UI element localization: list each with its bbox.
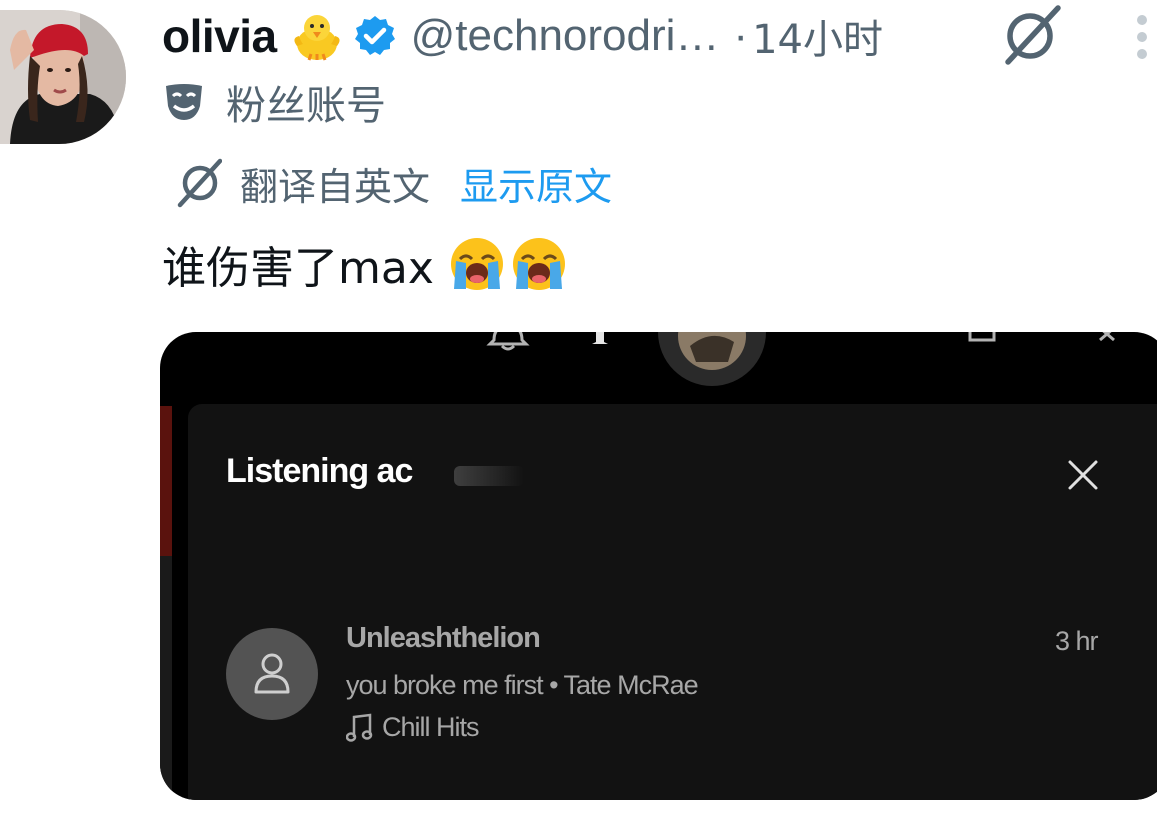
author-name[interactable]: olivia — [162, 9, 277, 63]
friend-time-ago: 3 hr — [1055, 626, 1099, 656]
author-handle[interactable]: @technorodri… — [411, 11, 720, 61]
translated-from-label: 翻译自英文 — [240, 164, 431, 209]
grok-translate-icon — [177, 158, 222, 208]
avatar[interactable] — [0, 10, 126, 144]
account-label-row: 粉丝账号 — [162, 74, 386, 130]
translation-row: 翻译自英文 显示原文 — [176, 156, 612, 210]
friend-name[interactable]: Unleashthelion — [346, 622, 541, 655]
panel-title: Listening ac — [226, 452, 413, 490]
window-icon — [968, 332, 996, 342]
background-strip — [160, 556, 172, 800]
friend-track[interactable]: you broke me first • Tate McRae — [346, 670, 699, 701]
timestamp[interactable]: 14小时 — [752, 7, 883, 65]
friend-playlist-row[interactable]: Chill Hits — [346, 712, 480, 743]
music-note-icon — [346, 713, 373, 742]
user-icon — [254, 653, 290, 694]
show-original-link[interactable]: 显示原文 — [460, 156, 612, 211]
separator: · — [733, 11, 749, 60]
tweet-text-row: 谁伤害了max — [162, 232, 568, 296]
cropped-toolbar — [486, 332, 1115, 386]
grok-icon[interactable] — [1000, 2, 1064, 66]
media-image[interactable]: Listening ac Unleashthelion you broke me… — [160, 332, 1157, 800]
friend-activity-panel: Listening ac Unleashthelion you broke me… — [188, 404, 1157, 800]
more-vertical-icon[interactable] — [1128, 14, 1156, 60]
loudly-crying-face-emoji-icon — [450, 238, 503, 290]
verified-badge-icon[interactable] — [353, 14, 397, 58]
bell-icon — [486, 332, 530, 346]
close-icon[interactable] — [1066, 458, 1100, 492]
friends-icon — [592, 332, 608, 344]
baby-chick-emoji-icon — [294, 15, 340, 61]
loudly-crying-face-emoji-icon — [512, 238, 565, 290]
friend-avatar[interactable] — [226, 628, 318, 720]
background-strip — [160, 406, 172, 556]
close-sidebar-icon — [1099, 332, 1115, 342]
account-label: 粉丝账号 — [226, 83, 386, 129]
tweet-text: 谁伤害了max — [162, 243, 434, 294]
theater-mask-icon — [166, 84, 202, 120]
avatar-photo — [0, 10, 126, 144]
friend-playlist: Chill Hits — [382, 712, 480, 742]
blurred-text — [454, 466, 524, 486]
tweet-header: olivia @technorodri… · 14小时 — [162, 6, 883, 66]
tweet: olivia @technorodri… · 14小时 粉丝账号 翻译自英文 显… — [0, 0, 1157, 824]
